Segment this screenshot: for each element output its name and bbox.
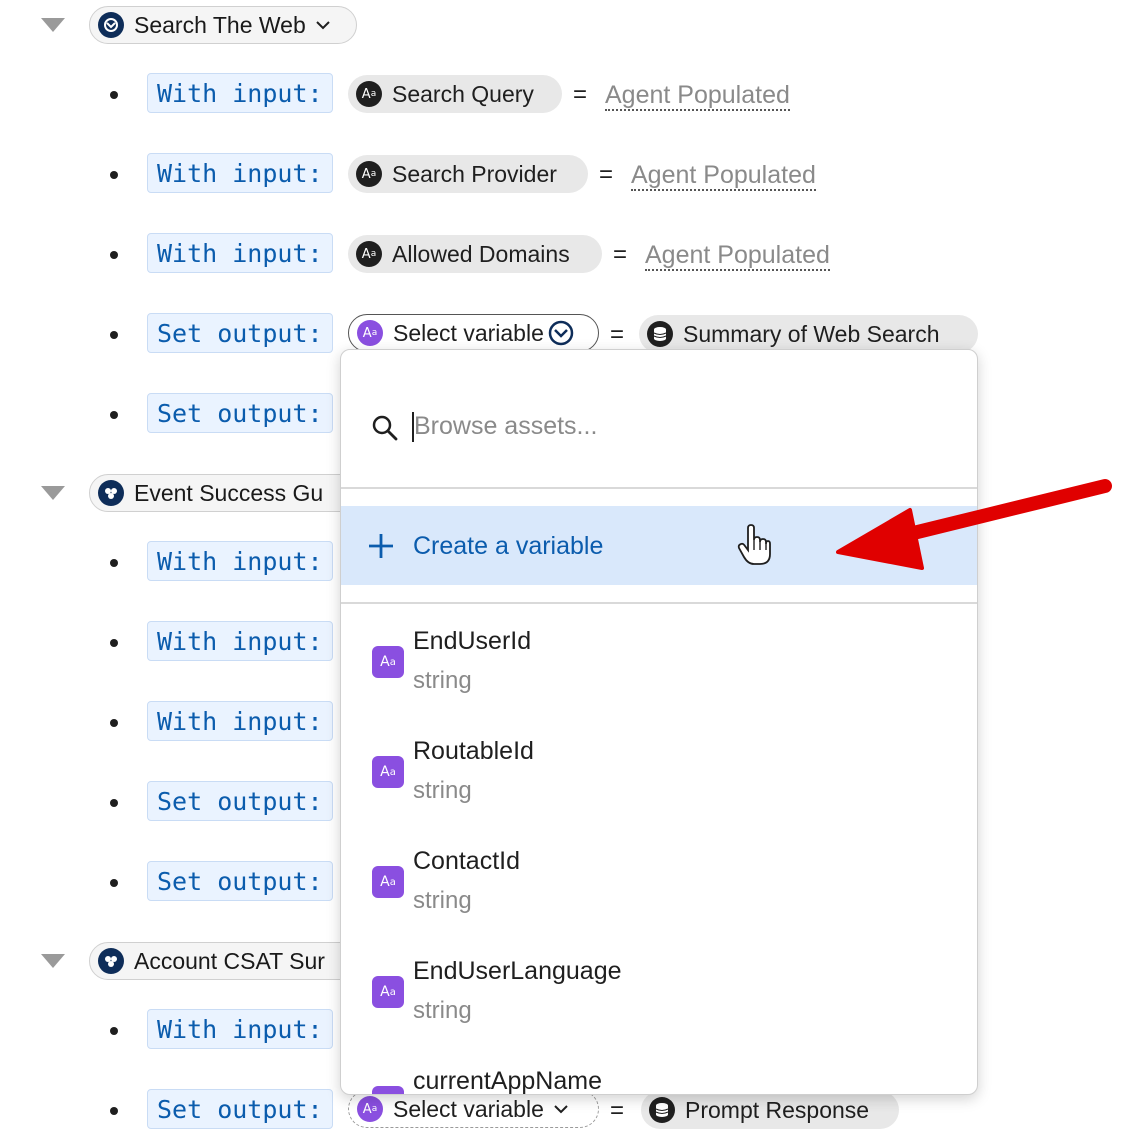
equals-sign: =: [573, 81, 588, 108]
bullet: [110, 1027, 118, 1035]
agent-action-icon: [98, 948, 124, 974]
variable-type: string: [413, 997, 472, 1024]
text-variable-icon: Aa: [372, 976, 404, 1008]
output-label: Set output:: [147, 781, 333, 821]
equals-sign: =: [599, 161, 614, 188]
text-variable-icon: Aa: [372, 646, 404, 678]
variable-name: RoutableId: [413, 737, 534, 765]
bullet: [110, 879, 118, 887]
bullet: [110, 1107, 118, 1115]
variable-option[interactable]: Aa ContactId string: [341, 835, 977, 945]
bullet: [110, 251, 118, 259]
chip-label: Search Query: [392, 80, 534, 107]
variable-type: string: [413, 887, 472, 914]
chevron-down-icon: [316, 21, 330, 30]
output-label: Set output:: [147, 313, 333, 353]
chip-label: Search Provider: [392, 160, 557, 187]
agent-populated-value[interactable]: Agent Populated: [645, 241, 830, 271]
search-icon: [372, 415, 398, 441]
bullet: [110, 331, 118, 339]
variable-name: currentAppName: [413, 1067, 602, 1095]
variable-type: string: [413, 777, 472, 804]
hand-pointer-cursor-icon: [737, 524, 771, 565]
bullet: [110, 719, 118, 727]
search-input[interactable]: Browse assets...: [414, 412, 597, 441]
input-label: With input:: [147, 153, 333, 193]
chip-label: Select variable: [393, 319, 544, 346]
text-variable-icon: Aa: [357, 320, 383, 346]
input-label: With input:: [147, 233, 333, 273]
variable-option[interactable]: Aa EndUserLanguage string: [341, 945, 977, 1055]
chip-label: Select variable: [393, 1095, 544, 1122]
variable-name: EndUserLanguage: [413, 957, 622, 985]
input-label: With input:: [147, 621, 333, 661]
bullet: [110, 91, 118, 99]
chevron-down-icon: [548, 320, 574, 346]
variable-chip-search-query[interactable]: Aa Search Query: [348, 75, 562, 113]
action-pill-event-success[interactable]: Event Success Gu: [89, 474, 359, 512]
chip-label: Allowed Domains: [392, 240, 570, 267]
chip-label: Prompt Response: [685, 1096, 870, 1123]
text-variable-icon: Aa: [356, 241, 382, 267]
output-label: Set output:: [147, 393, 333, 433]
variable-option[interactable]: Aa RoutableId string: [341, 725, 977, 835]
equals-sign: =: [610, 321, 625, 348]
variable-option[interactable]: Aa currentAppName: [341, 1055, 977, 1095]
agent-populated-value[interactable]: Agent Populated: [605, 81, 790, 111]
input-label: With input:: [147, 73, 333, 113]
variable-name: EndUserId: [413, 627, 532, 655]
variable-chip-search-provider[interactable]: Aa Search Provider: [348, 155, 588, 193]
select-variable-dropdown[interactable]: Aa Select variable: [348, 1090, 599, 1128]
variable-option[interactable]: Aa EndUserId string: [341, 615, 977, 725]
text-variable-icon: Aa: [372, 1086, 404, 1094]
action-pill-search-web[interactable]: Search The Web: [89, 6, 357, 44]
chip-label: Summary of Web Search: [683, 320, 940, 347]
collapse-toggle-event-success[interactable]: [41, 486, 65, 500]
text-variable-icon: Aa: [356, 81, 382, 107]
input-label: With input:: [147, 701, 333, 741]
input-label: With input:: [147, 1009, 333, 1049]
input-label: With input:: [147, 541, 333, 581]
text-variable-icon: Aa: [372, 756, 404, 788]
chevron-down-icon: [554, 1105, 568, 1114]
search-row: Browse assets...: [341, 350, 977, 489]
bullet: [110, 799, 118, 807]
variable-picker-dropdown: Browse assets... Create a variable Aa En…: [340, 349, 978, 1095]
equals-sign: =: [613, 241, 628, 268]
action-name: Account CSAT Sur: [134, 947, 325, 974]
agent-populated-value[interactable]: Agent Populated: [631, 161, 816, 191]
select-variable-dropdown[interactable]: Aa Select variable: [348, 314, 599, 352]
output-label: Set output:: [147, 1089, 333, 1129]
text-variable-icon: Aa: [372, 866, 404, 898]
plus-icon: [369, 534, 393, 558]
bullet: [110, 171, 118, 179]
bullet: [110, 411, 118, 419]
collapse-toggle-search-web[interactable]: [41, 18, 65, 32]
bullet: [110, 639, 118, 647]
output-target-chip[interactable]: Summary of Web Search: [639, 315, 978, 353]
text-variable-icon: Aa: [356, 161, 382, 187]
action-name: Search The Web: [134, 11, 306, 38]
variable-type: string: [413, 667, 472, 694]
agent-action-icon: [98, 480, 124, 506]
output-label: Set output:: [147, 861, 333, 901]
red-annotation-arrow: [836, 479, 1112, 570]
database-icon: [649, 1097, 675, 1123]
bullet: [110, 559, 118, 567]
action-name: Event Success Gu: [134, 479, 324, 506]
database-icon: [647, 321, 673, 347]
collapse-toggle-account-csat[interactable]: [41, 954, 65, 968]
divider: [341, 602, 977, 604]
variable-chip-allowed-domains[interactable]: Aa Allowed Domains: [348, 235, 602, 273]
agent-action-icon: [98, 12, 124, 38]
create-variable-label: Create a variable: [413, 532, 604, 560]
action-pill-account-csat[interactable]: Account CSAT Sur: [89, 942, 359, 980]
variable-name: ContactId: [413, 847, 521, 875]
equals-sign: =: [610, 1097, 625, 1124]
text-variable-icon: Aa: [357, 1096, 383, 1122]
output-target-chip[interactable]: Prompt Response: [641, 1091, 899, 1129]
